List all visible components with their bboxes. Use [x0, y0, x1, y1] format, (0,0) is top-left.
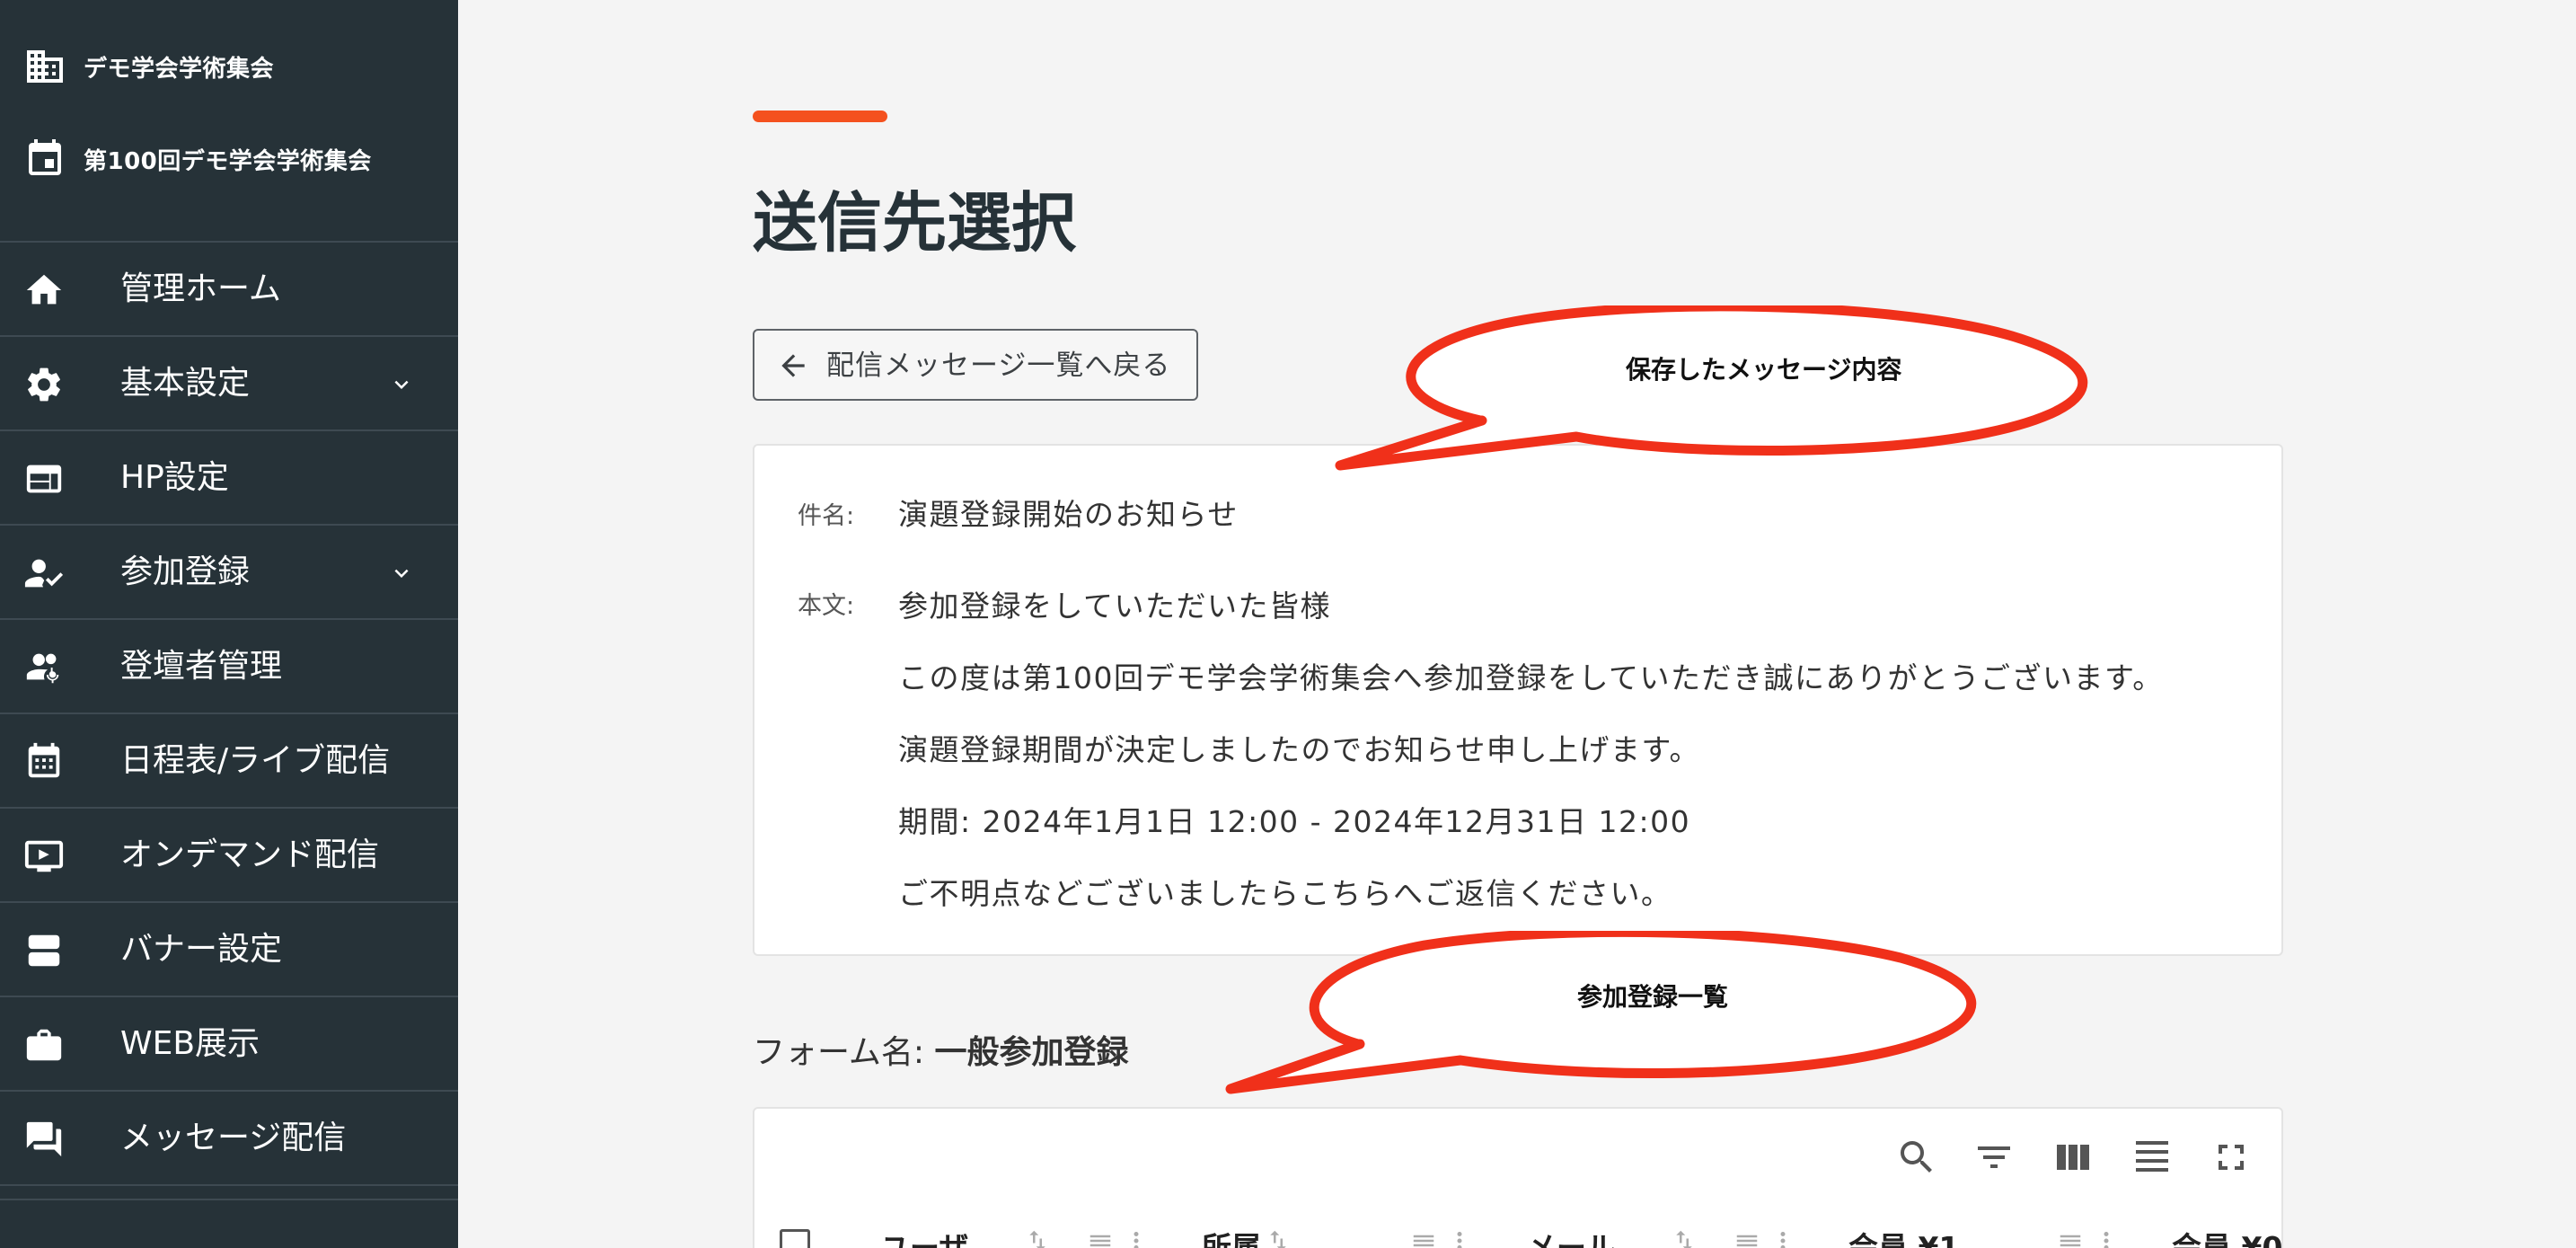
- body-line: ご不明点などございましたらこちらへご返信ください。: [898, 876, 1672, 911]
- more-vert-icon[interactable]: [1123, 1227, 1150, 1248]
- chat-icon: [23, 1119, 65, 1160]
- event-calendar-icon: [23, 137, 66, 181]
- fullscreen-icon[interactable]: [2210, 1136, 2253, 1179]
- sidebar-item-schedule-live[interactable]: 日程表/ライブ配信: [0, 714, 458, 809]
- sidebar-item-basic-settings[interactable]: 基本設定: [0, 337, 458, 431]
- page-title: 送信先選択: [753, 185, 1077, 261]
- form-name-heading: フォーム名: 一般参加登録: [753, 1031, 1129, 1075]
- callout-text: 保存したメッセージ内容: [1626, 355, 1902, 385]
- subject-value: 演題登録開始のお知らせ: [898, 497, 1239, 532]
- speaker-group-icon: [23, 647, 65, 688]
- arrow-left-icon: [776, 349, 810, 383]
- event-name: 第100回デモ学会学術集会: [84, 147, 372, 175]
- sidebar-item-label: 登壇者管理: [120, 648, 283, 685]
- sidebar-item-label: バナー設定: [120, 931, 283, 968]
- play-screen-icon: [23, 836, 65, 877]
- select-all-checkbox[interactable]: [780, 1229, 810, 1248]
- form-name-label: フォーム名:: [753, 1034, 935, 1071]
- body-line: 演題登録期間が決定しましたのでお知らせ申し上げます。: [898, 732, 1701, 767]
- sidebar-item-registration[interactable]: 参加登録: [0, 526, 458, 620]
- column-header[interactable]: 所属: [1202, 1224, 1261, 1248]
- calendar-icon: [23, 741, 65, 783]
- column-menu-icon[interactable]: [1087, 1227, 1114, 1248]
- sidebar-item-label: 管理ホーム: [120, 270, 281, 307]
- callout-registration-list: 参加登録一覧: [1218, 931, 2017, 1102]
- more-vert-icon[interactable]: [2093, 1227, 2120, 1248]
- home-icon: [23, 270, 65, 311]
- callout-message-content: 保存したメッセージ内容: [1329, 305, 2129, 476]
- building-icon: [23, 45, 66, 88]
- event-selector[interactable]: 第100回デモ学会学術集会: [0, 132, 458, 186]
- person-check-icon: [23, 553, 65, 594]
- sidebar-item-label: 日程表/ライブ配信: [120, 742, 391, 779]
- sidebar-item-label: 参加登録: [120, 553, 251, 590]
- sort-icon[interactable]: [1024, 1227, 1051, 1248]
- briefcase-icon: [23, 1024, 65, 1066]
- chevron-down-icon[interactable]: [388, 371, 415, 398]
- more-vert-icon[interactable]: [1446, 1227, 1473, 1248]
- back-button-label: 配信メッセージ一覧へ戻る: [826, 350, 1171, 382]
- column-menu-icon[interactable]: [1734, 1227, 1760, 1248]
- sidebar-item-hp-settings[interactable]: HP設定: [0, 431, 458, 526]
- column-header[interactable]: 会員 ¥1…: [1848, 1224, 1989, 1248]
- org-name: デモ学会学術集会: [84, 55, 275, 83]
- sidebar-item-label: オンデマンド配信: [120, 836, 380, 873]
- callout-text: 参加登録一覧: [1577, 982, 1729, 1012]
- sort-icon[interactable]: [1671, 1227, 1698, 1248]
- body-line: 参加登録をしていただいた皆様: [898, 589, 1332, 624]
- subject-label: 件名:: [798, 502, 855, 530]
- org-selector[interactable]: デモ学会学術集会: [0, 40, 458, 93]
- columns-icon[interactable]: [2051, 1136, 2095, 1179]
- gear-icon: [23, 364, 65, 405]
- search-icon[interactable]: [1895, 1136, 1938, 1179]
- column-header[interactable]: 会員 ¥0: [2172, 1224, 2281, 1248]
- sidebar-item-label: メッセージ配信: [120, 1120, 347, 1156]
- filter-icon[interactable]: [1972, 1136, 2016, 1179]
- sidebar-item-label: 基本設定: [120, 365, 251, 402]
- column-menu-icon[interactable]: [1410, 1227, 1437, 1248]
- column-header[interactable]: ユーザ…: [880, 1224, 998, 1248]
- body-line: この度は第100回デモ学会学術集会へ参加登録をしていただき誠にありがとうございま…: [898, 660, 2164, 695]
- chevron-down-icon[interactable]: [388, 560, 415, 587]
- title-accent-bar: [753, 111, 887, 122]
- banner-icon: [23, 930, 65, 971]
- back-to-messages-button[interactable]: 配信メッセージ一覧へ戻る: [753, 329, 1198, 401]
- body-label: 本文:: [798, 592, 855, 620]
- sidebar: デモ学会学術集会 第100回デモ学会学術集会 管理ホーム 基本設定 HP設定 参…: [0, 0, 458, 1248]
- sidebar-item-admin-home[interactable]: 管理ホーム: [0, 243, 458, 337]
- density-icon[interactable]: [2130, 1136, 2174, 1179]
- sidebar-item-on-demand[interactable]: オンデマンド配信: [0, 809, 458, 903]
- form-name-value: 一般参加登録: [934, 1034, 1129, 1071]
- sidebar-item-banner[interactable]: バナー設定: [0, 903, 458, 997]
- sidebar-item-messages[interactable]: メッセージ配信: [0, 1092, 458, 1186]
- column-menu-icon[interactable]: [2057, 1227, 2084, 1248]
- sort-icon[interactable]: [1265, 1227, 1292, 1248]
- sidebar-item-web-exhibition[interactable]: WEB展示: [0, 997, 458, 1092]
- message-preview-card: 件名: 演題登録開始のお知らせ 本文: 参加登録をしていただいた皆様 この度は第…: [753, 444, 2283, 956]
- registration-table: ユーザ… 所属 メール… 会員 ¥1… 会員 ¥0: [753, 1107, 2283, 1248]
- body-line: 期間: 2024年1月1日 12:00 - 2024年12月31日 12:00: [898, 804, 1691, 839]
- more-vert-icon[interactable]: [1769, 1227, 1796, 1248]
- sidebar-item-label: WEB展示: [120, 1025, 260, 1062]
- web-layout-icon: [23, 458, 65, 500]
- sidebar-item-label: HP設定: [120, 459, 229, 496]
- column-header[interactable]: メール…: [1527, 1224, 1645, 1248]
- sidebar-divider: [0, 1199, 458, 1200]
- sidebar-item-speakers[interactable]: 登壇者管理: [0, 620, 458, 714]
